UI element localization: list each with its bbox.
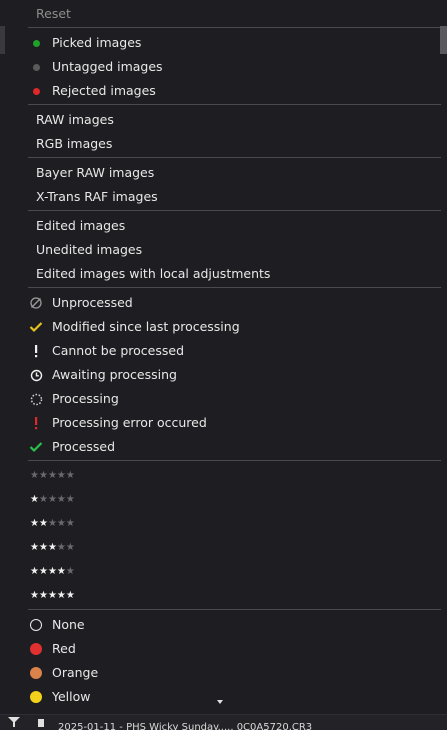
star-icon: ★ [56,590,66,601]
star-icon: ★ [38,542,48,553]
star-icon: ★ [30,590,39,601]
red-dot-icon [28,79,44,103]
separator [28,157,441,158]
separator [28,609,441,610]
menu-item-edited-local-adjustments[interactable]: Edited images with local adjustments [36,262,270,286]
menu-item-label: Yellow [52,689,91,704]
menu-item-label: RAW images [36,112,114,127]
checkmark-icon [28,315,44,339]
menu-item-label: Processing error occured [52,415,207,430]
star-icon: ★ [65,542,75,553]
rating-filter-4-stars[interactable]: ★★★★★ [30,560,75,584]
star-icon: ★ [30,470,39,481]
spinner-icon [28,387,44,411]
file-icon [38,719,44,727]
menu-item-label: Edited images with local adjustments [36,266,271,281]
star-icon: ★ [30,518,39,529]
star-icon: ★ [38,470,48,481]
separator [28,210,441,211]
menu-item-label: Awaiting processing [52,367,177,382]
star-icon: ★ [56,566,66,577]
star-icon: ★ [65,470,75,481]
unprocessed-icon [28,291,44,315]
star-icon: ★ [38,590,48,601]
menu-item-label: X-Trans RAF images [36,189,158,204]
menu-item-label: Processing [52,391,119,406]
menu-item-bayer-raw-images[interactable]: Bayer RAW images [36,161,154,185]
exclamation-icon [28,339,44,363]
menu-item-label: Rejected images [52,83,156,98]
star-icon: ★ [38,518,48,529]
menu-item-label: Edited images [36,218,126,233]
star-icon: ★ [30,494,39,505]
clock-icon [28,363,44,387]
scroll-down-arrow-icon[interactable] [217,700,223,704]
star-icon: ★ [65,566,75,577]
rating-filter-3-stars[interactable]: ★★★★★ [30,536,75,560]
menu-item-label: RGB images [36,136,113,151]
menu-item-label: Picked images [52,35,142,50]
scrollbar-thumb[interactable] [440,26,447,54]
menu-item-label: Unprocessed [52,295,133,310]
star-icon: ★ [38,494,48,505]
menu-item-edited-images[interactable]: Edited images [36,214,125,238]
yellow-circle-icon [28,685,44,709]
menu-item-unedited-images[interactable]: Unedited images [36,238,142,262]
menu-item-label: Untagged images [52,59,163,74]
star-icon: ★ [65,518,75,529]
menu-item-label: Red [52,641,76,656]
menu-item-label: Modified since last processing [52,319,240,334]
star-icon: ★ [47,494,57,505]
gray-dot-icon [28,55,44,79]
star-icon: ★ [38,566,48,577]
filter-dropdown-menu: Reset Picked images Untagged images Reje… [0,0,447,714]
star-icon: ★ [56,470,66,481]
red-circle-icon [28,637,44,661]
menu-item-label: Cannot be processed [52,343,185,358]
rating-filter-0-stars[interactable]: ★★★★★ [30,464,75,488]
star-icon: ★ [47,590,57,601]
status-bar: 2025-01-11 - PHS Wicky Sunday..... 0C0A5… [0,714,447,730]
separator [28,460,441,461]
green-dot-icon [28,31,44,55]
separator [28,27,441,28]
reset-label: Reset [36,6,71,21]
star-icon: ★ [65,590,75,601]
empty-circle-icon [28,613,44,637]
star-icon: ★ [47,542,57,553]
star-icon: ★ [30,542,39,553]
filter-icon[interactable] [8,717,20,730]
menu-item-label: Unedited images [36,242,143,257]
rating-filter-2-stars[interactable]: ★★★★★ [30,512,75,536]
star-icon: ★ [56,494,66,505]
menu-item-rgb-images[interactable]: RGB images [36,132,112,156]
rating-filter-5-stars[interactable]: ★★★★★ [30,584,75,608]
menu-item-label: Processed [52,439,116,454]
separator [28,287,441,288]
menu-item-xtrans-raf-images[interactable]: X-Trans RAF images [36,185,158,209]
star-icon: ★ [30,566,39,577]
rating-filter-1-stars[interactable]: ★★★★★ [30,488,75,512]
star-icon: ★ [65,494,75,505]
menu-item-label: Orange [52,665,99,680]
star-icon: ★ [47,470,57,481]
menu-item-label: Bayer RAW images [36,165,155,180]
background-panel-edge [0,26,5,54]
star-icon: ★ [47,518,57,529]
menu-item-raw-images[interactable]: RAW images [36,108,114,132]
orange-circle-icon [28,661,44,685]
menu-item-label: None [52,617,85,632]
processed-check-icon [28,435,44,459]
star-icon: ★ [56,518,66,529]
star-icon: ★ [56,542,66,553]
error-exclamation-icon [28,411,44,435]
star-icon: ★ [47,566,57,577]
separator [28,104,441,105]
